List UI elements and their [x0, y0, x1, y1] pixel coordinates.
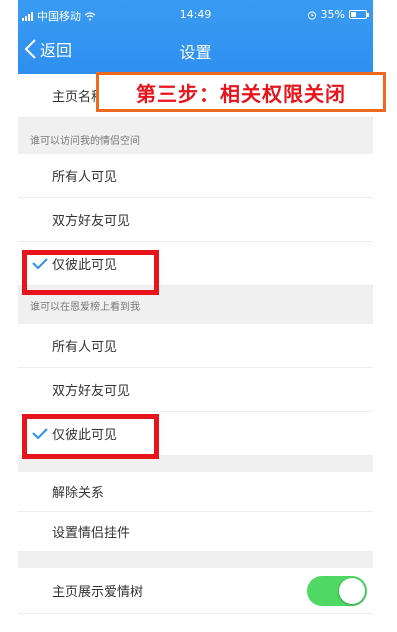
back-label: 返回 [40, 41, 73, 60]
chevron-left-icon [24, 39, 36, 59]
status-right: 35% [307, 8, 369, 21]
option-label: 所有人可见 [52, 170, 118, 185]
love-tree-row: 主页展示爱情树 [18, 568, 373, 614]
checkmark-icon [32, 428, 48, 440]
love-tree-label: 主页展示爱情树 [52, 585, 144, 600]
space-visibility-header: 谁可以访问我的情侣空间 [18, 124, 373, 154]
section-gap [18, 456, 373, 472]
toggle-knob [339, 578, 365, 604]
settings-list: 主页名称 谁可以访问我的情侣空间 所有人可见 双方好友可见 仅彼此可见 谁可以在… [18, 74, 373, 614]
option-label: 所有人可见 [52, 340, 118, 355]
settings-page: 中国移动 14:49 35% 返回 设置 主页名称 谁可以访问我的情侣空间 所有… [0, 0, 397, 632]
unbind-label: 解除关系 [52, 486, 105, 501]
step-annotation: 第三步：相关权限关闭 [96, 72, 386, 112]
option-label: 双方好友可见 [52, 384, 131, 399]
battery-icon [349, 10, 369, 19]
unbind-relationship-row[interactable]: 解除关系 [18, 472, 373, 512]
option-label: 仅彼此可见 [52, 258, 118, 273]
section-gap [18, 552, 373, 568]
space-option-mutual[interactable]: 仅彼此可见 [18, 242, 373, 286]
pendant-label: 设置情侣挂件 [52, 526, 131, 541]
header-bar: 中国移动 14:49 35% 返回 设置 [18, 0, 373, 74]
status-bar: 中国移动 14:49 35% [18, 0, 373, 28]
love-tree-toggle[interactable] [307, 576, 367, 606]
couple-pendant-row[interactable]: 设置情侣挂件 [18, 512, 373, 552]
back-button[interactable]: 返回 [24, 36, 72, 62]
ranking-visibility-header: 谁可以在恩爱榜上看到我 [18, 286, 373, 324]
ranking-option-all[interactable]: 所有人可见 [18, 324, 373, 368]
checkmark-icon [32, 258, 48, 270]
ranking-option-mutual[interactable]: 仅彼此可见 [18, 412, 373, 456]
battery-fill [351, 12, 356, 17]
nav-bar: 返回 设置 [18, 36, 373, 62]
option-label: 双方好友可见 [52, 214, 131, 229]
battery-percent: 35% [320, 8, 345, 21]
alarm-icon [307, 10, 316, 20]
space-option-friends[interactable]: 双方好友可见 [18, 198, 373, 242]
option-label: 仅彼此可见 [52, 428, 118, 443]
space-option-all[interactable]: 所有人可见 [18, 154, 373, 198]
ranking-option-friends[interactable]: 双方好友可见 [18, 368, 373, 412]
